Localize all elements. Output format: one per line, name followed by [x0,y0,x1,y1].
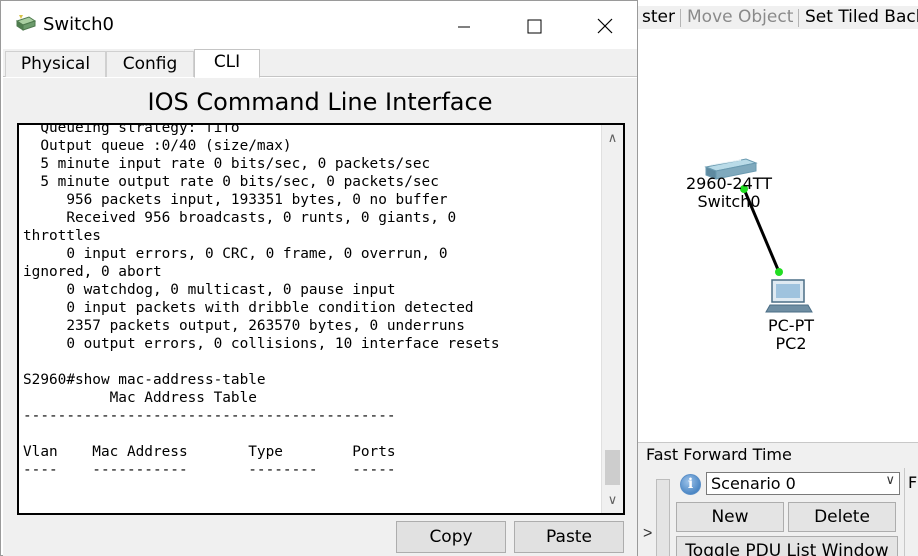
terminal-line: 5 minute output rate 0 bits/sec, 0 packe… [23,174,439,190]
terminal-line: Vlan Mac Address Type Ports [23,444,396,460]
terminal-line: Queueing strategy: fifo [23,123,240,136]
device-model-label: 2960-24TT [685,174,773,193]
scenario-select-value: Scenario 0 [711,474,796,493]
terminal-line: 0 input packets with dribble condition d… [23,300,474,316]
fast-forward-time-button[interactable]: Fast Forward Time [646,445,792,464]
scroll-up-icon[interactable]: ∧ [602,127,623,149]
terminal-line: ---- ----------- -------- ----- [23,462,396,478]
terminal-line: 5 minute input rate 0 bits/sec, 0 packet… [23,156,431,172]
maximize-button[interactable] [499,1,569,49]
info-icon: i [680,474,701,495]
cli-heading: IOS Command Line Interface [147,88,493,116]
new-scenario-button[interactable]: New [676,502,784,532]
tab-config[interactable]: Config [106,51,194,77]
topology-canvas [704,158,813,313]
copy-button[interactable]: Copy [396,521,506,553]
chevron-right-icon[interactable]: > [643,525,652,543]
window-title: Switch0 [43,14,114,35]
fire-column-label: F [908,473,918,492]
terminal-line: 0 output errors, 0 collisions, 10 interf… [23,336,500,352]
terminal-scrollbar[interactable]: ∧ ∨ [601,125,623,513]
switch-app-icon [15,15,37,31]
terminal-line: ----------------------------------------… [23,408,396,424]
terminal-line: S2960#show mac-address-table [23,372,266,388]
toolbar-separator [798,9,799,27]
paste-button[interactable]: Paste [514,521,624,553]
device-name-label[interactable]: PC2 [746,334,836,353]
toolbar-separator [680,9,681,27]
link-status-light [775,268,783,276]
terminal-output: Queueing strategy: fifo Output queue :0/… [23,123,597,513]
tab-physical[interactable]: Physical [5,51,106,77]
terminal-line: throttles [23,228,101,244]
maximize-icon [527,19,542,34]
chevron-down-icon: ∨ [885,473,895,488]
cli-terminal[interactable]: Queueing strategy: fifo Output queue :0/… [17,123,625,515]
terminal-line: 0 input errors, 0 CRC, 0 frame, 0 overru… [23,246,448,262]
terminal-line: 956 packets input, 193351 bytes, 0 no bu… [23,192,448,208]
main-toolbar: ster Move Object Set Tiled Back [636,6,918,29]
minimize-button[interactable] [429,1,499,49]
window-titlebar[interactable]: Switch0 [1,1,637,49]
terminal-line: Mac Address Table [23,390,257,406]
toolbar-item-set-tiled-background[interactable]: Set Tiled Back [805,7,918,27]
pc-icon[interactable] [765,279,813,313]
device-tabs: Physical Config CLI [3,49,637,78]
device-window: Switch0 Physical Config CLI IOS Command … [0,0,638,556]
toggle-pdu-list-button[interactable]: Toggle PDU List Window [676,536,898,556]
minimize-icon [458,26,470,28]
terminal-line: Output queue :0/40 (size/max) [23,138,292,154]
terminal-line: 0 watchdog, 0 multicast, 0 pause input [23,282,396,298]
toolbar-item-move-object[interactable]: Move Object [687,7,793,27]
scroll-down-icon[interactable]: ∨ [602,489,623,511]
tab-cli[interactable]: CLI [194,49,260,78]
cli-panel: IOS Command Line Interface Queueing stra… [3,78,637,556]
terminal-line: Received 956 broadcasts, 0 runts, 0 gian… [23,210,457,226]
toolbar-item-cluster[interactable]: ster [642,7,675,27]
logical-workspace[interactable]: 2960-24TT Switch0 PC-PT PC2 [636,29,918,445]
terminal-line: 2357 packets output, 263570 bytes, 0 und… [23,318,465,334]
close-button[interactable] [569,1,639,49]
realtime-panel: Fast Forward Time > i Scenario 0 ∨ F New… [636,442,918,556]
device-model-label: PC-PT [767,316,814,335]
panel-divider [904,468,905,556]
terminal-line: ignored, 0 abort [23,264,162,280]
scenario-select[interactable]: Scenario 0 ∨ [706,472,900,495]
scrollbar-thumb[interactable] [605,450,620,485]
delete-scenario-button[interactable]: Delete [788,502,896,532]
device-name-label[interactable]: Switch0 [684,192,774,211]
side-control-column[interactable] [656,479,670,556]
close-icon [597,18,613,34]
